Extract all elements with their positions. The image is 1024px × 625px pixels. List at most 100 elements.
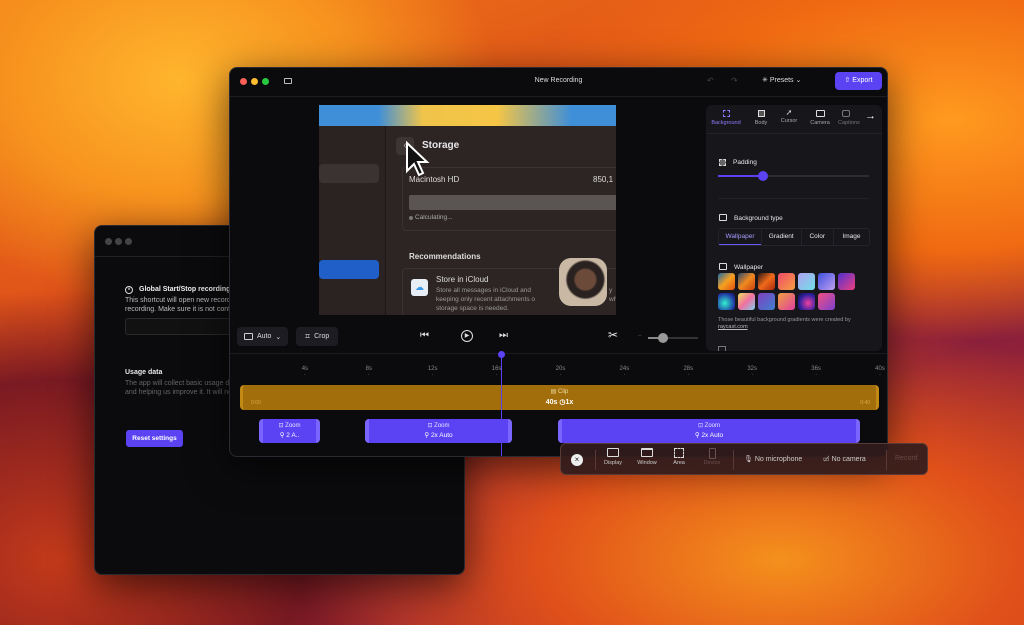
source-device[interactable]: Device xyxy=(697,448,727,466)
shortcut-icon: × xyxy=(125,286,133,294)
wallpaper-swatch[interactable] xyxy=(758,293,775,310)
bg-type-image[interactable]: Image xyxy=(833,229,869,245)
icloud-desc: y xyxy=(609,287,613,294)
padding-label: Padding xyxy=(733,159,757,166)
wallpaper-swatch[interactable] xyxy=(798,293,815,310)
sparkle-icon: ✳ xyxy=(762,77,770,84)
tick-label: 12s xyxy=(427,366,438,372)
wallpaper-swatch[interactable] xyxy=(738,293,755,310)
playhead[interactable] xyxy=(498,351,506,456)
aspect-label: Auto xyxy=(257,333,272,340)
zoom-segment[interactable]: ⊡ Zoom ⚲ 2 A.. xyxy=(259,419,320,443)
bg-type-gradient[interactable]: Gradient xyxy=(761,229,801,245)
camera-off-icon: ▭̸ xyxy=(823,456,832,463)
scissors-button[interactable]: ✂ xyxy=(608,328,618,342)
wallpaper-swatch[interactable] xyxy=(778,273,795,290)
recording-preview[interactable]: ‹ Storage Macintosh HD 850,1 Calculating… xyxy=(319,105,616,315)
source-display[interactable]: Display xyxy=(598,448,628,466)
zoom-detail: 2 A.. xyxy=(286,432,300,439)
layout-icon xyxy=(244,333,253,340)
undo-icon[interactable]: ↶ xyxy=(707,76,714,85)
wallpaper-swatch[interactable] xyxy=(738,273,755,290)
wallpaper-swatch[interactable] xyxy=(778,293,795,310)
wallpaper-swatch[interactable] xyxy=(758,273,775,290)
padding-slider-knob[interactable] xyxy=(758,171,769,181)
zoom-detail: 2x Auto xyxy=(430,432,453,439)
scroll-tabs-arrow-icon[interactable]: → xyxy=(862,110,879,122)
crop-label: Crop xyxy=(314,333,330,340)
shortcut-desc: recording. Make sure it is not confli xyxy=(125,306,234,313)
tab-label: Camera xyxy=(810,120,830,126)
magnifier-icon: ⚲ xyxy=(424,432,431,439)
presets-button[interactable]: ✳ Presets ⌄ xyxy=(762,76,801,84)
tab-label: Background xyxy=(711,120,741,126)
shortcut-desc: This shortcut will open new recordi xyxy=(125,297,233,304)
skip-forward-button[interactable]: ⏭ xyxy=(499,330,508,341)
zoom-label: Zoom xyxy=(285,423,301,429)
camera-button[interactable]: ▭̸ No camera xyxy=(823,455,866,463)
play-button[interactable]: ▶ xyxy=(461,330,473,342)
window-dot xyxy=(115,238,122,245)
tab-cursor[interactable]: ➚ Cursor xyxy=(774,108,804,124)
reset-settings-button[interactable]: Reset settings xyxy=(126,430,183,447)
source-label: Window xyxy=(637,460,657,466)
zoom-label: Zoom xyxy=(434,423,450,429)
presets-label: Presets xyxy=(769,77,794,84)
close-toolbar-button[interactable]: × xyxy=(571,454,583,466)
credit-text: Those beautiful background gradients wer… xyxy=(718,317,878,331)
bg-type-color[interactable]: Color xyxy=(800,229,834,245)
padding-slider[interactable] xyxy=(718,171,869,181)
record-button[interactable]: Record xyxy=(895,455,918,462)
wallpaper-swatch[interactable] xyxy=(818,273,835,290)
wallpaper-grid xyxy=(718,273,878,310)
crop-button[interactable]: ⌗ Crop xyxy=(296,327,339,346)
editor-window: New Recording ↶ ↷ ✳ Presets ⌄ ⇧ Export ‹… xyxy=(229,67,888,457)
bg-type-wallpaper[interactable]: Wallpaper xyxy=(719,229,761,245)
usage-desc: The app will collect basic usage dat xyxy=(125,380,236,387)
icloud-desc: keeping only recent attachments o xyxy=(436,296,536,303)
zoom-icon: ⊡ xyxy=(697,423,705,429)
calculating-text: Calculating... xyxy=(415,214,453,221)
icloud-desc: wh xyxy=(609,296,616,303)
tab-body[interactable]: Body xyxy=(746,110,776,126)
tab-background[interactable]: Background xyxy=(708,110,744,126)
tick-label: 36s xyxy=(811,366,821,372)
source-label: Area xyxy=(673,460,685,466)
microphone-button[interactable]: 🎙︎ No microphone xyxy=(744,455,802,463)
zoom-segment[interactable]: ⊡ Zoom ⚲ 2x Auto xyxy=(558,419,860,443)
aspect-ratio-dropdown[interactable]: Auto ⌄ xyxy=(237,327,289,346)
zoom-slider-knob[interactable] xyxy=(658,333,668,343)
export-button[interactable]: ⇧ Export xyxy=(835,72,882,90)
skip-back-button[interactable]: ⏮ xyxy=(420,330,429,341)
wallpaper-swatch[interactable] xyxy=(718,293,735,310)
timeline-zoom-slider[interactable] xyxy=(648,333,698,343)
export-label: Export xyxy=(852,77,873,84)
zoom-segment[interactable]: ⊡ Zoom ⚲ 2x Auto xyxy=(365,419,512,443)
timeline-tick: 36s · xyxy=(811,366,821,378)
camera-overlay[interactable] xyxy=(559,258,607,306)
usage-title: Usage data xyxy=(125,369,163,376)
tick-label: 40s xyxy=(875,366,885,372)
clip-label: Clip xyxy=(558,389,569,395)
tab-camera[interactable]: Camera xyxy=(804,110,836,126)
mic-off-icon: 🎙︎ xyxy=(744,456,755,463)
source-area[interactable]: Area xyxy=(664,448,694,466)
wallpaper-swatch[interactable] xyxy=(838,273,855,290)
display-icon xyxy=(607,448,619,457)
tick-label: 20s xyxy=(555,366,566,372)
wallpaper-swatch[interactable] xyxy=(818,293,835,310)
source-window[interactable]: Window xyxy=(632,448,662,466)
clip-track[interactable]: ▤ Clip 40s ◷1x 0:00 0:40 xyxy=(240,385,879,410)
icloud-desc: Store all messages in iCloud and xyxy=(436,287,532,294)
chevron-down-icon: ⌄ xyxy=(275,333,282,341)
clip-end: 0:40 xyxy=(860,400,870,406)
body-icon xyxy=(757,110,765,117)
wallpaper-swatch[interactable] xyxy=(798,273,815,290)
source-label: Display xyxy=(603,460,623,466)
recording-toolbar: × Display Window Area Device 🎙︎ No micro… xyxy=(560,443,928,475)
camera-icon xyxy=(815,110,825,117)
device-icon xyxy=(708,448,716,459)
wallpaper-swatch[interactable] xyxy=(718,273,735,290)
redo-icon[interactable]: ↷ xyxy=(731,76,738,85)
raycast-link[interactable]: raycast.com xyxy=(718,324,748,330)
